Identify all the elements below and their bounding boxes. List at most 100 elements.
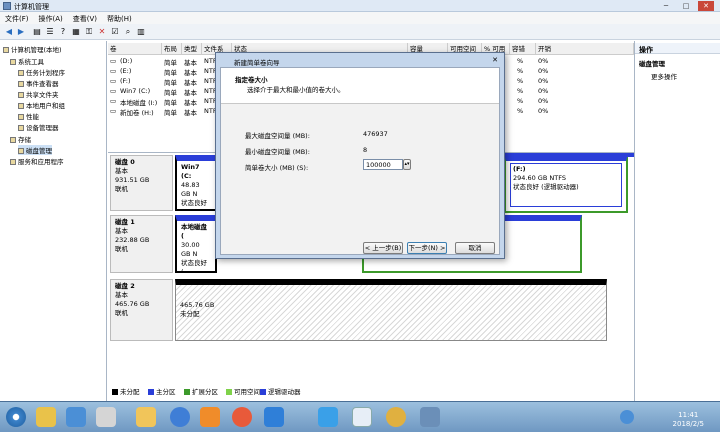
disk-2-name: 磁盘 2 — [115, 282, 135, 290]
tree-item-storage[interactable]: 存储 — [10, 134, 31, 144]
back-button[interactable]: < 上一步(B) — [363, 242, 403, 254]
taskbar: 11:41 2018/2/5 — [0, 401, 720, 432]
app-icon-ball[interactable] — [386, 407, 406, 427]
properties-icon[interactable]: ▥ — [136, 27, 146, 37]
cancel-button[interactable]: 取消 — [455, 242, 495, 254]
actions-pane: 操作 磁盘管理 更多操作 — [634, 41, 720, 401]
list-icon[interactable]: ☰ — [45, 27, 55, 37]
drive-icon: ▭ — [110, 87, 117, 95]
tree-item-services[interactable]: 服务和应用程序 — [10, 156, 64, 166]
min-size-label: 最小磁盘空间量 (MB): — [245, 148, 310, 156]
ie-icon[interactable] — [66, 407, 86, 427]
device-icon — [18, 125, 24, 131]
disk-1-name: 磁盘 1 — [115, 218, 135, 226]
check-icon[interactable]: ☑ — [110, 27, 120, 37]
drive-icon: ▭ — [110, 67, 117, 75]
disk-0-label[interactable]: 磁盘 0 基本 931.51 GB 联机 — [110, 155, 173, 211]
dialog-close-icon[interactable]: ✕ — [492, 56, 498, 64]
legend-primary: 主分区 — [148, 386, 176, 396]
window-title: 计算机管理 — [14, 3, 49, 11]
dialog-header: 指定卷大小 选择介于最大和最小值的卷大小。 — [221, 68, 499, 104]
clock-icon — [18, 70, 24, 76]
col-volume[interactable]: 卷 — [108, 43, 162, 55]
clock[interactable]: 11:41 2018/2/5 — [673, 411, 704, 429]
forward-icon[interactable]: ▶ — [16, 27, 26, 37]
key-icon[interactable]: ⚿ — [84, 27, 94, 37]
menu-file[interactable]: 文件(F) — [0, 12, 34, 24]
menu-help[interactable]: 帮助(H) — [102, 12, 137, 24]
computer-management-icon[interactable] — [420, 407, 440, 427]
computer-icon — [3, 47, 9, 53]
dialog-panel: 指定卷大小 选择介于最大和最小值的卷大小。 最大磁盘空间量 (MB): 4769… — [220, 67, 500, 255]
legend-extended: 扩展分区 — [184, 386, 218, 396]
app-icon — [3, 2, 11, 10]
title-bar: 计算机管理 ─ □ ✕ — [0, 0, 720, 12]
col-fault-tolerance[interactable]: 容错 — [510, 43, 536, 55]
legend-free: 可用空间 — [226, 386, 260, 396]
col-type[interactable]: 类型 — [182, 43, 202, 55]
folder-icon — [18, 92, 24, 98]
disk-1-label[interactable]: 磁盘 1 基本 232.88 GB 联机 — [110, 215, 173, 273]
app-icon-3[interactable] — [96, 407, 116, 427]
disk-icon — [18, 148, 24, 154]
partition-c[interactable]: Win7 (C:48.83 GB N状态良好 ( — [175, 155, 217, 211]
partition-extended[interactable]: (F:) 294.60 GB NTFS 状态良好 (逻辑驱动器) — [504, 155, 628, 213]
drive-icon: ▭ — [110, 107, 117, 115]
tree-item-device-manager[interactable]: 设备管理器 — [18, 122, 59, 132]
start-button[interactable] — [6, 407, 26, 427]
size-spinner[interactable]: ▴▾ — [403, 159, 411, 170]
app-icon-orange[interactable] — [232, 407, 252, 427]
grid-icon[interactable]: ▦ — [71, 27, 81, 37]
search-icon[interactable]: ⌕ — [123, 27, 133, 37]
minimize-button[interactable]: ─ — [658, 1, 674, 11]
baidu-icon[interactable] — [318, 407, 338, 427]
min-size-value: 8 — [363, 146, 368, 154]
tree-item-local-users[interactable]: 本地用户和组 — [18, 100, 65, 110]
legend: 未分配 主分区 扩展分区 可用空间 逻辑驱动器 — [108, 383, 634, 396]
max-size-value: 476937 — [363, 130, 388, 138]
partition-f[interactable]: (F:) 294.60 GB NTFS 状态良好 (逻辑驱动器) — [510, 163, 622, 207]
tree-item-disk-management[interactable]: 磁盘管理 — [18, 145, 52, 155]
actions-disk-management[interactable]: 磁盘管理 — [639, 58, 665, 68]
clock-date: 2018/2/5 — [672, 420, 704, 428]
unallocated-space[interactable]: 465.76 GB 未分配 — [175, 279, 607, 341]
dialog-subheading: 选择介于最大和最小值的卷大小。 — [247, 86, 345, 94]
delete-icon[interactable]: ✕ — [97, 27, 107, 37]
dialog-title: 新建简单卷向导 — [234, 59, 280, 67]
tree-item-event-viewer[interactable]: 事件查看器 — [18, 78, 59, 88]
drive-icon: ▭ — [110, 97, 117, 105]
tree-item-root[interactable]: 计算机管理(本地) — [3, 44, 62, 54]
new-simple-volume-wizard: 新建简单卷向导 ✕ 指定卷大小 选择介于最大和最小值的卷大小。 最大磁盘空间量 … — [215, 52, 505, 259]
col-layout[interactable]: 布局 — [162, 43, 182, 55]
size-input[interactable]: 100000 — [363, 159, 403, 170]
clock-time: 11:41 — [678, 411, 699, 419]
drive-icon: ▭ — [110, 77, 117, 85]
app-icon-arrow[interactable] — [264, 407, 284, 427]
size-label: 简单卷大小 (MB) (S): — [245, 164, 309, 172]
disk-0-name: 磁盘 0 — [115, 158, 135, 166]
next-button[interactable]: 下一步(N) > — [407, 242, 447, 254]
col-overhead[interactable]: 开销 — [536, 43, 634, 55]
tree-item-shared-folders[interactable]: 共享文件夹 — [18, 89, 59, 99]
maximize-button[interactable]: □ — [678, 1, 694, 11]
actions-more[interactable]: 更多操作 — [651, 71, 677, 81]
tree-item-task-scheduler[interactable]: 任务计划程序 — [18, 67, 65, 77]
disk-0-header-strip — [504, 153, 634, 157]
back-icon[interactable]: ◀ — [4, 27, 14, 37]
partition-i[interactable]: 本地磁盘 (30.00 GB N 状态良好 ( — [175, 215, 217, 273]
app-icon-doc[interactable] — [352, 407, 372, 427]
help-icon[interactable]: ? — [58, 27, 68, 37]
app-icon-k[interactable] — [170, 407, 190, 427]
disk-2-label[interactable]: 磁盘 2 基本 465.76 GB 联机 — [110, 279, 173, 341]
folder-icon[interactable]: ▤ — [32, 27, 42, 37]
users-icon — [18, 103, 24, 109]
chrome-icon[interactable] — [36, 407, 56, 427]
tray-app-icon[interactable] — [620, 410, 634, 424]
menu-view[interactable]: 查看(V) — [68, 12, 102, 24]
menu-action[interactable]: 操作(A) — [34, 12, 68, 24]
explorer-icon[interactable] — [136, 407, 156, 427]
tree-item-system-tools[interactable]: 系统工具 — [10, 56, 44, 66]
app-icon-cc[interactable] — [200, 407, 220, 427]
tree-item-performance[interactable]: 性能 — [18, 111, 39, 121]
close-button[interactable]: ✕ — [698, 1, 714, 11]
